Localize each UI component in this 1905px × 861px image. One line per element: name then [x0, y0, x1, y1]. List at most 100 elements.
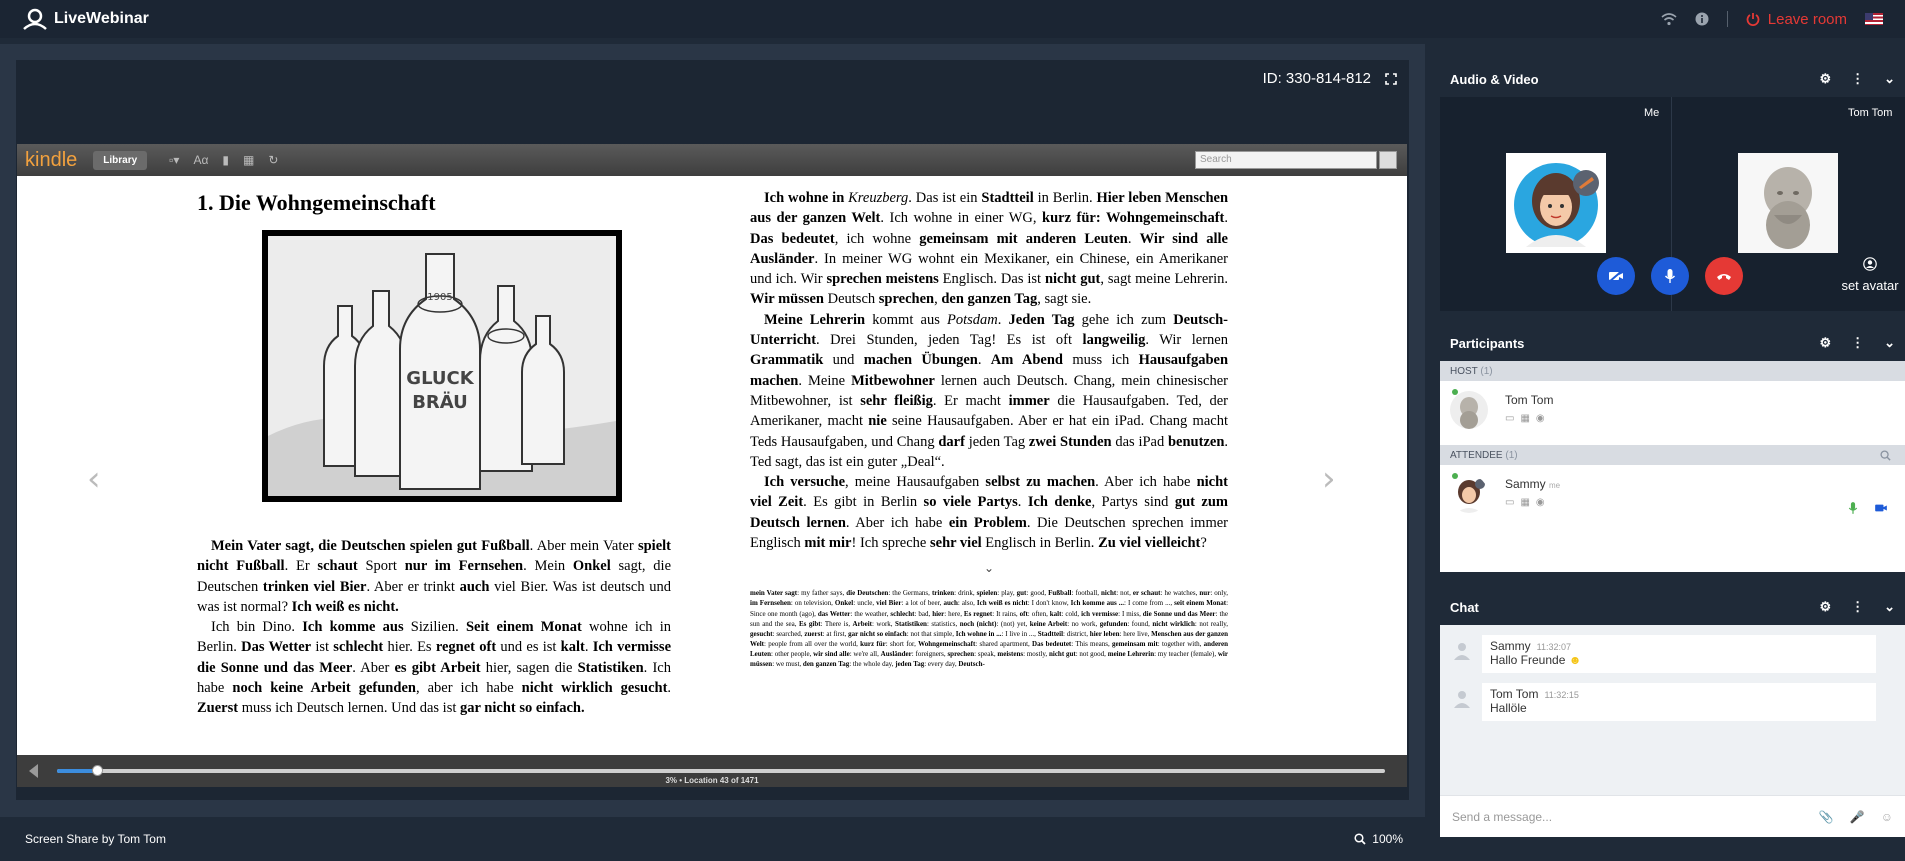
chevron-down-icon[interactable]: ⌄: [1884, 335, 1895, 351]
stage-footer: Screen Share by Tom Tom 100%: [0, 817, 1425, 861]
paragraph: Ich versuche, meine Hausaufgaben selbst …: [750, 474, 1229, 552]
bookmark-icon[interactable]: ▮: [222, 153, 229, 167]
participant-row-attendee[interactable]: Sammy me ▭ ▦ ◉: [1440, 465, 1905, 529]
next-page-icon[interactable]: ›: [1322, 459, 1336, 499]
browser-icon: ◉: [1535, 497, 1545, 508]
attendee-count: (1): [1505, 449, 1518, 461]
message-author: Tom Tom: [1490, 687, 1539, 701]
leave-room-button[interactable]: Leave room: [1746, 11, 1847, 28]
gear-icon[interactable]: ⚙: [1819, 335, 1831, 351]
host-group-header: HOST (1): [1440, 361, 1905, 381]
tom-tom-avatar: [1738, 153, 1838, 253]
fullscreen-icon[interactable]: [1385, 72, 1397, 85]
reading-progress-bar[interactable]: [57, 765, 1385, 776]
browser-icon: ◉: [1535, 413, 1545, 424]
more-options-icon[interactable]: ⋮: [1851, 335, 1864, 351]
progress-handle[interactable]: [91, 765, 103, 776]
camera-icon[interactable]: [1874, 503, 1888, 513]
paragraph: Mein Vater sagt, die Deutschen spielen g…: [197, 538, 672, 615]
bottle-label-brau: BRÄU: [412, 391, 468, 413]
location-indicator: 3% • Location 43 of 1471: [665, 776, 759, 785]
user-avatar-icon: [1454, 691, 1470, 708]
microphone-icon[interactable]: 🎤: [1850, 810, 1865, 824]
language-flag-icon[interactable]: [1865, 13, 1883, 25]
message-text: Hallöle: [1490, 701, 1527, 715]
smiley-icon: ☻: [1568, 653, 1582, 667]
font-size-icon[interactable]: Aα: [193, 153, 208, 167]
leave-room-label: Leave room: [1767, 10, 1847, 28]
windows-icon: ▦: [1520, 497, 1530, 508]
zoom-level: 100%: [1372, 832, 1403, 846]
chevron-down-icon[interactable]: ⌄: [1884, 71, 1895, 87]
kindle-footer: 3% • Location 43 of 1471: [17, 755, 1407, 787]
page-left-column: 1. Die Wohngemeinschaft GLUCK BRÄU 1905 …: [197, 188, 671, 719]
attachment-icon[interactable]: 📎: [1819, 810, 1834, 824]
power-icon: [1746, 13, 1760, 26]
chevron-down-icon[interactable]: ⌄: [1884, 599, 1895, 615]
participant-row-host[interactable]: Tom Tom ▭ ▦ ◉: [1440, 381, 1905, 445]
me-tag: me: [1549, 481, 1561, 490]
set-avatar-label: set avatar: [1841, 278, 1899, 293]
room-id: ID: 330-814-812: [1262, 70, 1371, 87]
camera-off-button[interactable]: [1597, 257, 1635, 295]
progress-fill: [57, 769, 97, 773]
participant-name: Tom Tom: [1505, 393, 1554, 407]
zoom-icon: [1354, 833, 1366, 845]
audio-video-panel: Audio & Video ⚙ ⋮ ⌄ Me Tom Tom set avata…: [1440, 61, 1905, 311]
livewebinar-logo-icon: [23, 8, 47, 30]
message-time: 11:32:07: [1536, 642, 1572, 652]
previous-page-icon[interactable]: ‹: [87, 459, 101, 499]
participant-name: Sammy me: [1505, 477, 1561, 491]
windows-icon: ▦: [1520, 413, 1530, 424]
search-icon[interactable]: [1880, 449, 1891, 461]
paragraph: Ich bin Dino. Ich komme aus Sizilien. Se…: [197, 619, 672, 717]
laptop-icon: ▭: [1505, 413, 1515, 424]
section-divider: ⌄: [983, 561, 995, 576]
book-icon[interactable]: ▫▾: [169, 153, 179, 167]
host-group-label: HOST: [1450, 365, 1478, 377]
more-options-icon[interactable]: ⋮: [1851, 599, 1864, 615]
screen-share-label: Screen Share by Tom Tom: [25, 832, 166, 846]
gear-icon[interactable]: ⚙: [1819, 599, 1831, 615]
avatar: [1450, 475, 1488, 513]
phone-hangup-icon: [1717, 274, 1731, 280]
search-icon[interactable]: [1379, 151, 1397, 169]
library-button[interactable]: Library: [93, 150, 148, 170]
hang-up-button[interactable]: [1705, 257, 1743, 295]
shared-screen: kindle Library ▫▾ Aα ▮ ▦ ↻ Search ‹ › 1.…: [17, 144, 1407, 787]
more-options-icon[interactable]: ⋮: [1851, 71, 1864, 87]
me-label: Me: [1644, 107, 1660, 119]
notes-icon[interactable]: ▦: [243, 153, 254, 167]
panel-title: Participants: [1450, 335, 1525, 351]
sync-icon[interactable]: ↻: [268, 153, 278, 167]
panel-title: Audio & Video: [1450, 71, 1539, 87]
emoji-icon[interactable]: ☺: [1881, 810, 1893, 824]
info-icon[interactable]: [1695, 12, 1709, 26]
divider: [1726, 11, 1728, 27]
gear-icon[interactable]: ⚙: [1819, 71, 1831, 87]
camera-off-icon: [1608, 269, 1624, 283]
chat-input-bar: Send a message... 📎 🎤 ☺: [1440, 795, 1905, 837]
microphone-icon[interactable]: [1848, 501, 1858, 515]
host-count: (1): [1480, 365, 1493, 377]
top-bar: LiveWebinar Leave room: [0, 0, 1905, 38]
set-avatar-button[interactable]: set avatar: [1820, 257, 1905, 293]
other-user-label: Tom Tom: [1848, 107, 1893, 119]
participants-panel: Participants ⚙ ⋮ ⌄ HOST (1) Tom Tom ▭ ▦ …: [1440, 325, 1905, 572]
kindle-page: ‹ › 1. Die Wohngemeinschaft GLUCK BRÄU 1…: [17, 176, 1407, 755]
microphone-icon: [1664, 269, 1676, 283]
wifi-icon[interactable]: [1661, 12, 1677, 26]
chat-message-input[interactable]: Send a message...: [1452, 810, 1552, 824]
beer-bottles-illustration: GLUCK BRÄU 1905: [262, 230, 622, 502]
bottle-label-year: 1905: [427, 292, 452, 303]
zoom-control[interactable]: 100%: [1354, 832, 1403, 846]
avatar: [1450, 391, 1488, 429]
kindle-logo: kindle: [25, 148, 78, 171]
microphone-button[interactable]: [1651, 257, 1689, 295]
bottle-label-gluck: GLUCK: [406, 368, 474, 389]
kindle-search-input[interactable]: Search: [1195, 151, 1377, 169]
my-avatar: [1506, 153, 1606, 253]
screen-share-area: ID: 330-814-812 kindle Library ▫▾ Aα ▮ ▦…: [16, 60, 1409, 800]
chat-messages: Sammy 11:32:07 Hallo Freunde ☻ Tom Tom 11:…: [1440, 625, 1905, 795]
user-icon: [1863, 257, 1877, 271]
